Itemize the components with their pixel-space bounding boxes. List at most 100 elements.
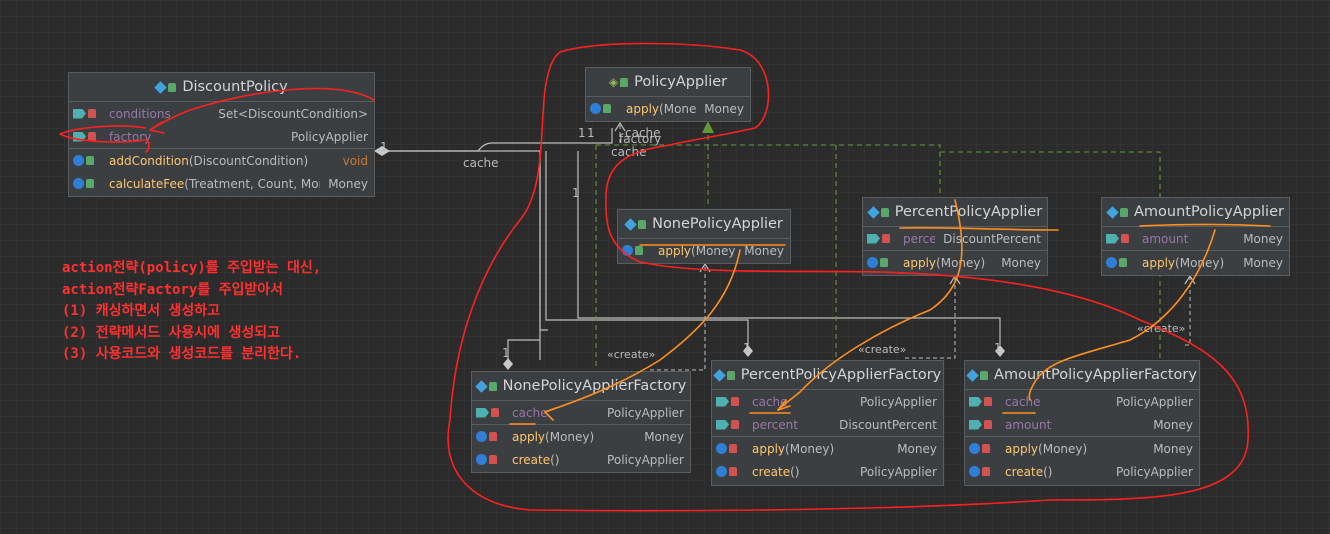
private-icon [982,467,990,476]
class-name: PolicyApplier [634,74,728,90]
method-return-type: Money [1153,441,1193,456]
method-args: () [550,452,560,467]
method-args: () [1043,464,1053,479]
field-icon [716,396,729,407]
private-icon [88,109,96,118]
method-return-type: Money [1243,255,1283,270]
field-icon [716,419,729,430]
method-return-type: PolicyApplier [1116,464,1193,479]
method-args: (Treatment, Count, Money) [184,176,320,191]
field-type: Money [1243,231,1283,246]
field-name: conditions [109,106,171,121]
field-icon [476,407,489,418]
public-icon [980,370,989,380]
method-name: calculateFee [109,176,185,191]
method-icon [1106,257,1117,268]
realization-line [596,144,1161,200]
class-name: AmountPolicyApplierFactory [994,367,1197,383]
public-icon [635,246,643,255]
method-args: (Money) [785,441,835,456]
field-icon [867,233,880,244]
method-return-type: Money [644,429,684,444]
edge-label-factory: factory [619,132,662,146]
field-type: PolicyApplier [1116,394,1193,409]
method-args: (Money) [936,255,986,270]
public-icon [488,381,497,391]
annotation-line: (1) 캐싱하면서 생성하고 [62,303,221,319]
method-icon [716,443,727,454]
class-name: NonePolicyApplier [652,216,783,232]
public-icon [638,219,647,229]
field-type: PolicyApplier [291,129,368,144]
field-icon [969,396,982,407]
private-icon [729,444,737,453]
private-icon [984,420,992,429]
class-name: AmountPolicyApplier [1134,204,1284,220]
multiplicity-label: 1 [994,341,1002,355]
annotation-line: (2) 전략메서드 사용시에 생성되고 [62,324,281,341]
private-icon [731,420,739,429]
public-icon [86,179,94,188]
method-icon [622,245,633,256]
method-return-type: Money [897,441,937,456]
field-icon [73,108,86,119]
method-name: apply [1005,441,1039,456]
field-type: Set<DiscountCondition> [218,106,368,121]
multiplicity-label: 1 [380,140,388,154]
method-return-type: Money [328,176,368,191]
field-type: PolicyApplier [607,405,684,420]
class-name: PercentPolicyApplier [894,204,1043,220]
method-name: create [752,464,791,479]
field-type: Money [1153,417,1193,432]
field-type: DiscountPercent [943,231,1041,246]
method-icon [590,103,601,114]
private-icon [491,408,499,417]
interface-policy-applier[interactable]: ◈ PolicyApplier apply(Money) Money [585,67,751,122]
class-none-policy-applier[interactable]: NonePolicyApplier apply(Money) Money [617,209,791,264]
edge-label-create: «create» [607,348,656,361]
annotation-line: (3) 사용코드와 생성코드를 분리한다. [62,346,302,362]
method-args: () [790,464,800,479]
method-name: apply [1142,255,1176,270]
class-none-policy-applier-factory[interactable]: NonePolicyApplierFactory cache PolicyAppl… [471,371,691,473]
field-name: percent [752,417,798,432]
private-icon [984,397,992,406]
method-name: apply [903,255,937,270]
class-amount-policy-applier[interactable]: AmountPolicyApplier amount Money apply(Mo… [1101,197,1290,276]
public-icon [1119,258,1127,267]
method-return-type: void [342,153,368,168]
field-icon [1106,233,1119,244]
annotation-line: action전략Factory를 주입받아서 [62,281,284,298]
private-icon [982,444,990,453]
field-name: amount [1142,231,1189,246]
public-icon [168,82,177,92]
class-icon [624,217,637,231]
class-icon [966,368,979,382]
method-name: create [512,452,551,467]
public-icon [880,207,889,217]
create-dependency-amount [1185,277,1191,346]
field-type: PolicyApplier [860,394,937,409]
field-icon [969,419,982,430]
field-name: factory [109,129,152,144]
class-amount-policy-applier-factory[interactable]: AmountPolicyApplierFactory cache PolicyAp… [964,360,1200,486]
class-percent-policy-applier[interactable]: PercentPolicyApplier percent DiscountPerc… [862,197,1048,276]
class-percent-policy-applier-factory[interactable]: PercentPolicyApplierFactory cache PolicyA… [711,360,944,486]
private-icon [489,455,497,464]
method-icon [716,466,727,477]
class-discount-policy[interactable]: DiscountPolicy conditions Set<DiscountCon… [68,72,375,197]
method-icon [969,443,980,454]
method-return-type: Money [704,101,744,116]
field-name: percent [903,231,936,246]
method-return-type: Money [744,243,784,258]
method-args: (Money) [1175,255,1225,270]
multiplicity-label: 1 [743,341,751,355]
annotation-line: action전략(policy)를 주입받는 대신, [62,260,322,276]
factory-association-line [375,128,613,152]
method-name: apply [626,101,660,116]
private-icon [1121,234,1129,243]
method-args: (Money) [1038,441,1088,456]
class-icon [866,205,880,219]
edge-label-cache: cache [463,156,499,170]
class-name: NonePolicyApplierFactory [502,378,687,394]
